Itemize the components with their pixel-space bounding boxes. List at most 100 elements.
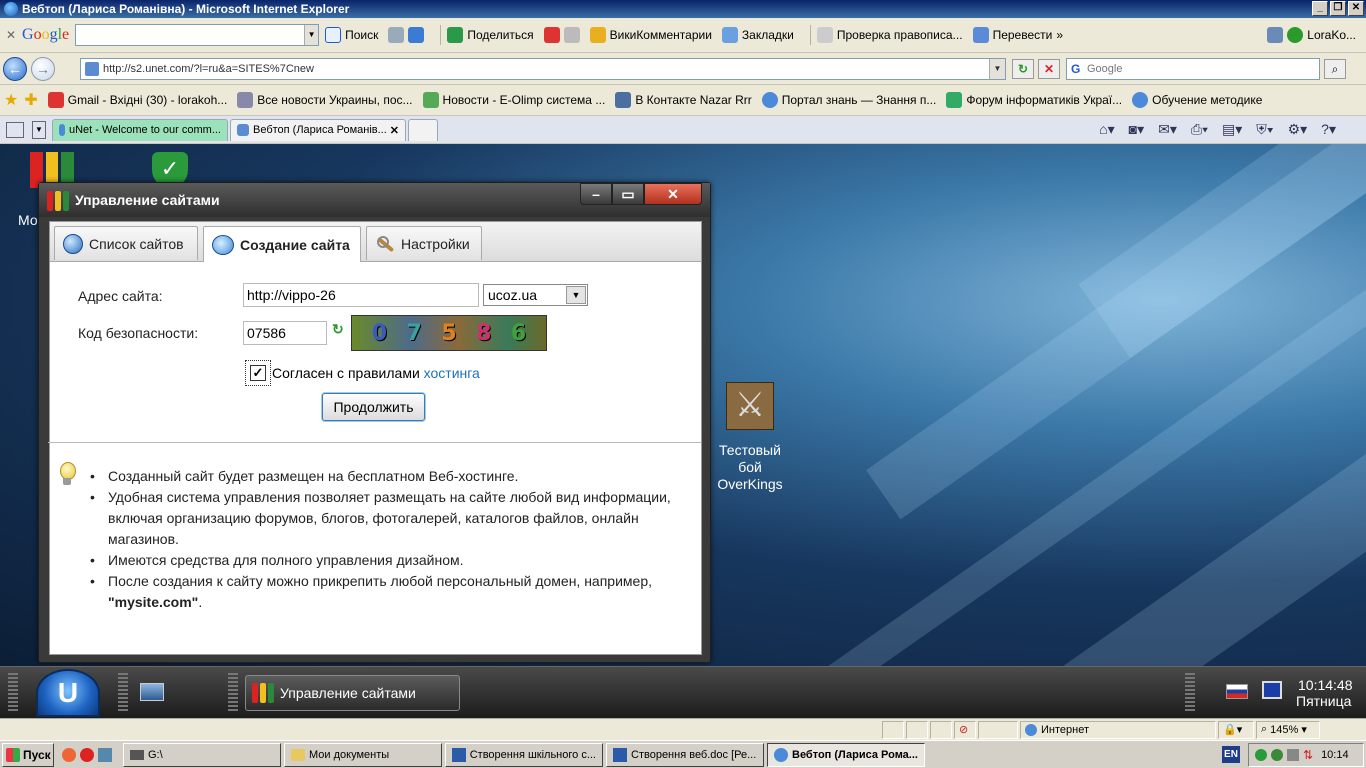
os-taskbar: Пуск G:\ Мои документы Створення шкільно… (0, 740, 1366, 768)
zone-settings-icon[interactable]: 🔒▾ (1218, 720, 1254, 739)
desktop-icon-label: бой (738, 459, 762, 475)
home-icon[interactable]: ⌂▾ (1099, 121, 1114, 138)
ie-icon (59, 124, 65, 136)
rss-icon[interactable]: ◙▾ (1129, 121, 1144, 138)
chrome-icon[interactable] (62, 747, 76, 762)
app-icon[interactable] (98, 747, 112, 762)
lightbulb-icon (58, 462, 76, 488)
zoom-control[interactable]: ⌕ 145% ▾ (1256, 720, 1320, 739)
tray-icon[interactable] (1255, 749, 1267, 761)
minimize-button[interactable]: _ (1312, 1, 1328, 16)
restore-button[interactable]: ❐ (1330, 1, 1346, 16)
help-icon[interactable]: ?▾ (1321, 121, 1336, 138)
desktop-icon-label: Тестовый (719, 442, 781, 458)
window-title-bar[interactable]: Управление сайтами – ▭ ✕ (39, 183, 710, 217)
taskbar-site-management[interactable]: Управление сайтами (245, 675, 460, 711)
desktop-icon-overkings[interactable]: ⚔ Тестовый бой OverKings (716, 382, 784, 493)
protected-mode-icon[interactable]: ⊘ (954, 720, 976, 739)
security-code-input[interactable]: 07586 (243, 321, 327, 345)
refresh-button[interactable]: ↻ (1012, 59, 1034, 79)
taskbar-webtop[interactable]: Вебтоп (Лариса Рома... (767, 742, 925, 767)
close-tab-icon[interactable]: ✕ (390, 124, 399, 137)
add-favorite-icon[interactable]: ✚ (24, 90, 37, 110)
tab-site-list[interactable]: Список сайтов (54, 226, 198, 260)
chevron-down-icon[interactable]: ▼ (989, 59, 1005, 79)
agree-checkbox[interactable]: ✓ (245, 360, 271, 386)
tab-create-site[interactable]: Создание сайта (203, 226, 361, 262)
domain-select[interactable]: ucoz.ua ▼ (483, 284, 588, 306)
monitor-icon[interactable] (1262, 681, 1282, 699)
favorites-star-icon[interactable]: ★ (4, 90, 18, 110)
taskbar-drive-g[interactable]: G:\ (123, 742, 281, 767)
taskbar-word-doc2[interactable]: Створення веб.doc [Ре... (606, 742, 764, 767)
network-icon[interactable] (1287, 749, 1299, 761)
google-search-input[interactable]: ▼ (75, 24, 320, 46)
wiki-comments-button[interactable]: ВикиКомментарии (589, 27, 712, 43)
window-minimize-button[interactable]: – (580, 183, 612, 205)
share-button[interactable]: Поделиться (447, 27, 534, 43)
safely-remove-icon[interactable]: ⇅ (1303, 748, 1313, 762)
favorite-link[interactable]: В Контакте Nazar Rrr (615, 92, 752, 108)
taskbar-word-doc1[interactable]: Створення шкільного с... (445, 742, 603, 767)
block-icon (543, 27, 560, 43)
popup-blocker-button[interactable] (543, 27, 580, 43)
back-button[interactable]: ← (3, 56, 27, 81)
forward-button[interactable]: → (31, 56, 55, 81)
toolbar-extra-button[interactable] (388, 27, 425, 43)
tray-icon[interactable] (1271, 749, 1283, 761)
browser-icon[interactable] (80, 747, 94, 762)
hosting-rules-link[interactable]: хостинга (424, 365, 480, 381)
language-flag-icon[interactable] (1226, 684, 1248, 699)
window-maximize-button[interactable]: ▭ (612, 183, 644, 205)
search-button[interactable]: ⌕ (1324, 59, 1346, 79)
show-desktop-icon[interactable] (140, 683, 164, 701)
tab-settings[interactable]: Настройки (366, 226, 482, 260)
new-tab-button[interactable] (408, 118, 438, 141)
address-bar[interactable]: http://s2.unet.com/?l=ru&a=SITES%7Cnew ▼ (80, 58, 1006, 80)
quick-tabs-icon[interactable] (6, 121, 24, 138)
tab-unet[interactable]: uNet - Welcome to our comm... (52, 118, 228, 141)
continue-button[interactable]: Продолжить (322, 393, 425, 421)
spellcheck-button[interactable]: Проверка правописа... (816, 27, 963, 43)
refresh-captcha-icon[interactable]: ↻ (332, 322, 346, 336)
account-button[interactable]: LoraKo... (1267, 27, 1356, 43)
close-button[interactable]: ✕ (1348, 1, 1364, 16)
favorite-link[interactable]: Портал знань — Знання п... (761, 92, 936, 108)
print-icon[interactable]: ⎙▾ (1191, 121, 1208, 138)
safety-icon[interactable]: ⛨▾ (1256, 121, 1273, 138)
favorite-link[interactable]: Новости - E-Olimp система ... (422, 92, 605, 108)
close-toolbar-icon[interactable]: ✕ (0, 28, 22, 42)
chevron-down-icon[interactable]: ▼ (304, 25, 319, 45)
search-box[interactable]: G Google (1066, 58, 1320, 80)
webos-start-button[interactable]: U (36, 669, 100, 717)
ie-icon (774, 747, 788, 762)
favorite-link[interactable]: Обучение методике (1132, 92, 1262, 108)
favorite-link[interactable]: Форум інформатиків Украї... (946, 92, 1122, 108)
google-search-button[interactable]: Поиск (325, 27, 378, 43)
globe-icon (63, 233, 83, 254)
translate-button[interactable]: Перевести» (972, 27, 1063, 43)
stop-button[interactable]: ✕ (1038, 59, 1060, 79)
favorite-link[interactable]: Все новости Украины, пос... (237, 92, 413, 108)
forum-icon (946, 92, 963, 108)
command-bar: ⌂▾ ◙▾ ✉▾ ⎙▾ ▤▾ ⛨▾ ⚙▾ ?▾ (1099, 121, 1336, 138)
browser-status-bar: ⊘ Интернет 🔒▾ ⌕ 145% ▾ (0, 718, 1366, 740)
page-menu-icon[interactable]: ▤▾ (1222, 121, 1242, 138)
window-close-button[interactable]: ✕ (644, 183, 702, 205)
bookmarks-button[interactable]: Закладки (721, 27, 794, 43)
tab-webtop[interactable]: Вебтоп (Лариса Романів... ✕ (230, 118, 406, 141)
tab-list-chevron-icon[interactable]: ▼ (32, 120, 46, 139)
site-address-input[interactable]: http://vippo-26 (243, 283, 479, 307)
security-zone: Интернет (1020, 720, 1216, 739)
language-indicator[interactable]: EN (1222, 746, 1240, 763)
ie-icon (1132, 92, 1149, 108)
favorite-link[interactable]: Gmail - Вхідні (30) - lorakoh... (47, 92, 227, 108)
desktop-icon-label: Мо (18, 212, 38, 228)
window-tabs: Список сайтов Создание сайта Настройки (50, 222, 701, 262)
tools-gear-icon[interactable]: ⚙▾ (1288, 121, 1308, 138)
taskbar-my-documents[interactable]: Мои документы (284, 742, 442, 767)
green-dot-icon (1287, 27, 1304, 43)
chevron-down-icon[interactable]: ▼ (566, 286, 586, 304)
start-button[interactable]: Пуск (2, 742, 54, 767)
mail-icon[interactable]: ✉▾ (1158, 121, 1177, 138)
